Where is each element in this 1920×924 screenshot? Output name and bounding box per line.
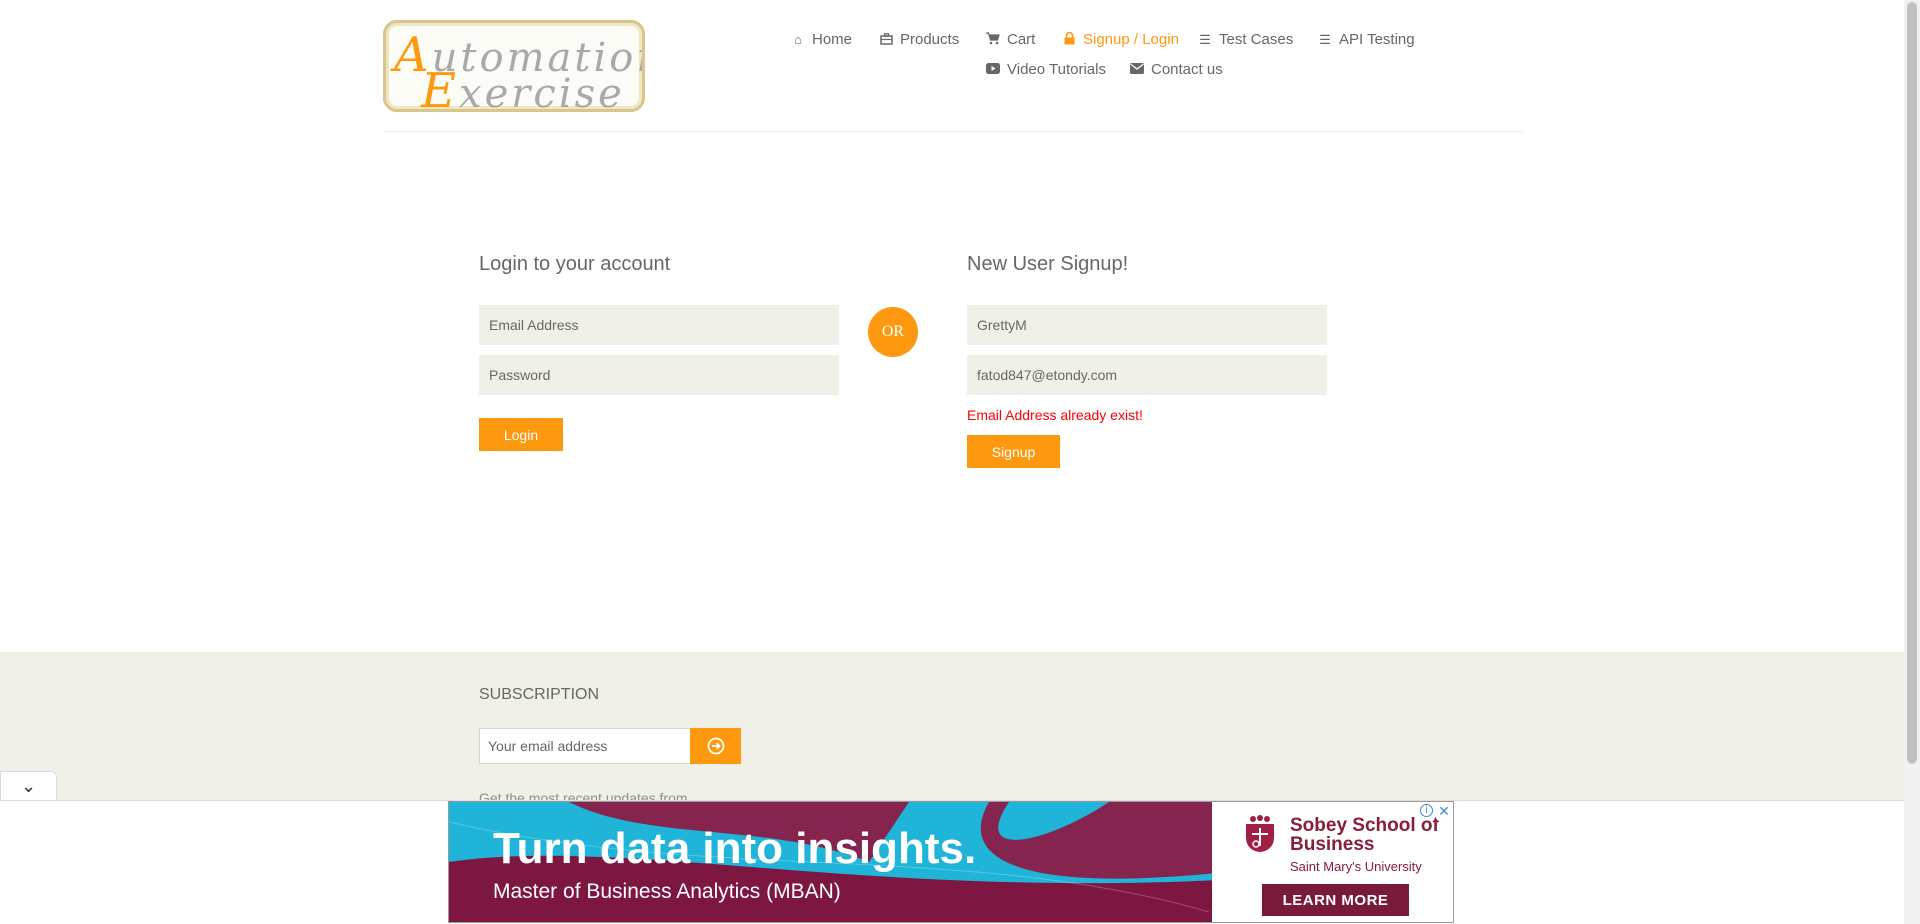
ad-info-icon[interactable]: i xyxy=(1420,804,1433,817)
nav-home-label: Home xyxy=(812,31,853,48)
scrollbar-thumb[interactable] xyxy=(1907,2,1917,764)
nav-contact-us-label: Contact us xyxy=(1151,61,1223,78)
nav-test-cases[interactable]: ☰ Test Cases xyxy=(1198,31,1293,48)
login-button[interactable]: Login xyxy=(479,418,563,451)
ad-brand-name: Sobey School of Business xyxy=(1290,815,1439,855)
nav-contact-us[interactable]: Contact us xyxy=(1130,61,1223,78)
logo-cap-e: E xyxy=(421,63,460,112)
envelope-icon xyxy=(1130,63,1144,76)
header-divider xyxy=(383,131,1523,132)
signup-error-message: Email Address already exist! xyxy=(967,407,1143,423)
arrow-circle-right-icon xyxy=(707,737,724,755)
signup-title: New User Signup! xyxy=(967,253,1129,275)
cart-icon xyxy=(986,32,1000,47)
nav-video-tutorials[interactable]: Video Tutorials xyxy=(986,61,1106,78)
ad-headline: Turn data into insights. xyxy=(493,824,977,873)
signup-email-input[interactable] xyxy=(967,355,1327,395)
ad-brand-university: Saint Mary's University xyxy=(1290,859,1422,874)
ad-learn-more-button[interactable]: LEARN MORE xyxy=(1262,884,1409,916)
page: Automation Exercise ⌂ Home Products Cart… xyxy=(0,0,1920,924)
subscribe-button[interactable] xyxy=(690,728,741,764)
ad-banner[interactable]: Turn data into insights. Master of Busin… xyxy=(448,801,1454,923)
nav-products-label: Products xyxy=(900,31,960,48)
logo-text-2: xercise xyxy=(459,71,625,112)
logo-line-2: Exercise xyxy=(421,63,625,112)
or-divider-badge: OR xyxy=(868,307,918,357)
site-logo[interactable]: Automation Exercise xyxy=(383,20,645,112)
signup-name-input[interactable] xyxy=(967,305,1327,345)
subscription-title: SUBSCRIPTION xyxy=(479,686,600,703)
nav-video-tutorials-label: Video Tutorials xyxy=(1007,61,1106,78)
nav-api-testing-label: API Testing xyxy=(1339,31,1415,48)
signup-button[interactable]: Signup xyxy=(967,435,1060,468)
lock-icon xyxy=(1062,31,1076,47)
nav-cart[interactable]: Cart xyxy=(986,31,1035,48)
list-icon: ☰ xyxy=(1199,32,1211,47)
chevron-down-icon: ⌄ xyxy=(20,776,37,796)
nav-home[interactable]: ⌂ Home xyxy=(791,31,852,48)
nav-signup-login-label: Signup / Login xyxy=(1083,31,1179,48)
nav-products[interactable]: Products xyxy=(879,31,959,48)
login-email-input[interactable] xyxy=(479,305,839,345)
nav-api-testing[interactable]: ☰ API Testing xyxy=(1318,31,1415,48)
page-scrollbar[interactable] xyxy=(1904,0,1920,924)
ad-brand-panel: Sobey School of Business Saint Mary's Un… xyxy=(1212,802,1453,922)
subscribe-email-input[interactable] xyxy=(479,728,691,764)
youtube-play-icon xyxy=(986,63,1000,76)
briefcase-icon xyxy=(879,32,893,47)
home-icon: ⌂ xyxy=(794,32,802,47)
list-icon: ☰ xyxy=(1319,32,1331,47)
ad-collapse-toggle[interactable]: ⌄ xyxy=(0,771,57,801)
nav-test-cases-label: Test Cases xyxy=(1219,31,1294,48)
university-crest-icon xyxy=(1246,815,1274,852)
ad-close-icon[interactable]: ✕ xyxy=(1436,803,1452,819)
ad-subheadline: Master of Business Analytics (MBAN) xyxy=(493,880,841,903)
nav-signup-login[interactable]: Signup / Login xyxy=(1062,31,1179,48)
login-title: Login to your account xyxy=(479,253,671,275)
login-password-input[interactable] xyxy=(479,355,839,395)
nav-cart-label: Cart xyxy=(1007,31,1036,48)
